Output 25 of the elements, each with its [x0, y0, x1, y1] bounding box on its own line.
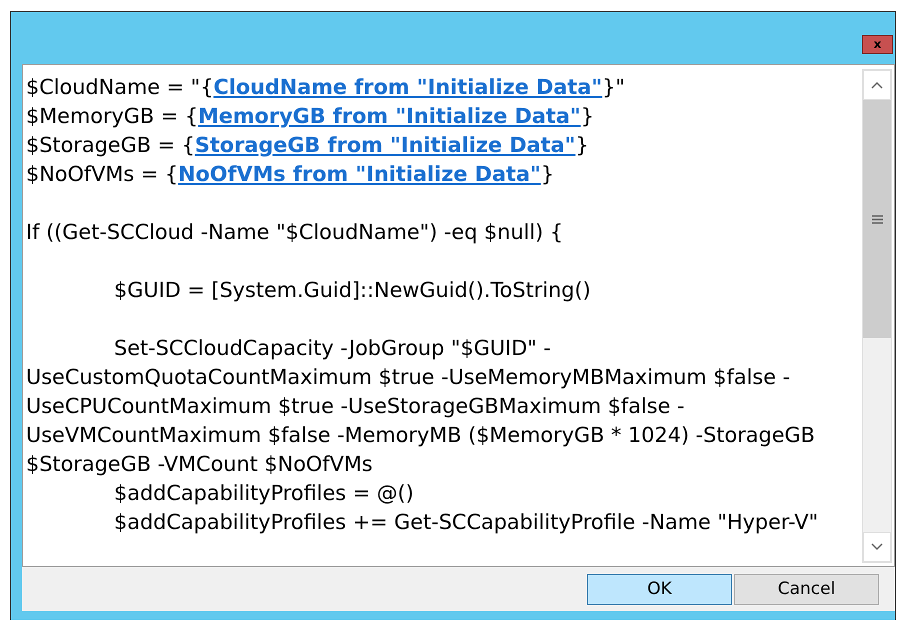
cancel-button[interactable]: Cancel	[734, 574, 879, 604]
code-line: $addCapabilityProfiles = @()	[113, 480, 414, 507]
code-line: $StorageGB = {StorageGB from "Initialize Data"}	[26, 132, 589, 159]
link[interactable]: StorageGB from "Initialize Data"	[194, 133, 576, 157]
code-line: $addCapabilityProfiles += Get-SCCapabilityProfile -Name "Hyper-V"	[113, 509, 818, 536]
grip-icon	[872, 214, 882, 224]
chevron-down-icon[interactable]	[871, 543, 883, 551]
code-line: Set-SCCloudCapacity -JobGroup "$GUID" -	[113, 335, 551, 362]
code-line: If ((Get-SCCloud -Name "$CloudName") -eq $null) {	[26, 219, 564, 246]
code-line: UseCustomQuotaCountMaximum $true -UseMemoryMBMaximum $false -	[26, 364, 790, 391]
code-line: UseVMCountMaximum $false -MemoryMB ($MemoryGB * 1024) -StorageGB	[26, 422, 815, 449]
link[interactable]: CloudName from "Initialize Data"	[213, 75, 602, 99]
code-line: $StorageGB -VMCount $NoOfVMs	[26, 451, 373, 478]
chevron-up-icon[interactable]	[871, 81, 883, 89]
close-button[interactable]: x	[862, 35, 893, 54]
code-line: UseCPUCountMaximum $true -UseStorageGBMaximum $false -	[26, 393, 685, 420]
link[interactable]: MemoryGB from "Initialize Data"	[198, 104, 581, 128]
code-line: $CloudName = "{CloudName from "Initialize Data"}"	[26, 74, 626, 101]
code-line: $MemoryGB = {MemoryGB from "Initialize Data"}	[26, 103, 594, 130]
code-line: $GUID = [System.Guid]::NewGuid().ToString()	[113, 277, 591, 304]
code-line: $NoOfVMs = {NoOfVMs from "Initialize Data"}	[26, 161, 554, 188]
scroll-thumb[interactable]	[863, 100, 891, 338]
ok-button[interactable]: OK	[587, 574, 732, 604]
link[interactable]: NoOfVMs from "Initialize Data"	[178, 162, 541, 186]
scrollbar[interactable]	[862, 69, 892, 563]
